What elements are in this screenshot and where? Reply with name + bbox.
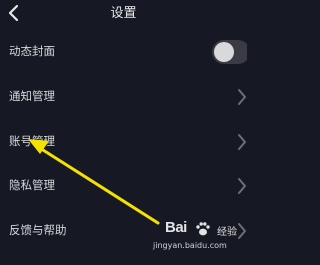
settings-screen: 设置 动态封面 通知管理 账号管理 隐私管理 反馈与帮助 Bai 经验 jing… [0,0,247,265]
paw-icon [196,222,210,236]
settings-row-label: 反馈与帮助 [9,223,67,237]
settings-row-label: 通知管理 [9,89,55,103]
toggle-knob [214,42,234,62]
settings-row-privacy[interactable]: 隐私管理 [0,166,247,206]
chevron-right-icon [238,178,246,194]
navigation-bar: 设置 [0,0,247,30]
settings-row-label: 动态封面 [9,44,55,58]
settings-row-label: 账号管理 [9,134,55,148]
settings-row-dynamic-cover[interactable]: 动态封面 [0,32,247,72]
page-title: 设置 [110,6,137,21]
settings-row-label: 隐私管理 [9,178,55,192]
chevron-right-icon [238,89,246,105]
settings-row-notifications[interactable]: 通知管理 [0,77,247,117]
baidu-jingyan-watermark: Bai 经验 jingyan.baidu.com [151,217,243,259]
watermark-brand: Bai [165,219,187,236]
watermark-url: jingyan.baidu.com [153,241,227,250]
watermark-suffix: 经验 [217,227,237,238]
dynamic-cover-toggle[interactable] [212,40,247,64]
chevron-right-icon [238,134,246,150]
settings-row-account[interactable]: 账号管理 [0,122,247,162]
